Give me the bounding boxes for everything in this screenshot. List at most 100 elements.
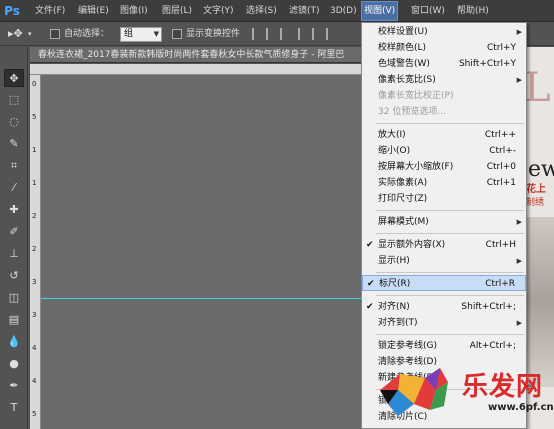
menu-item-zoom-out[interactable]: 缩小(O) Ctrl+- bbox=[362, 143, 526, 159]
chevron-down-icon: ▼ bbox=[153, 30, 159, 38]
submenu-arrow-icon: ▶ bbox=[516, 319, 522, 327]
document-canvas[interactable] bbox=[41, 75, 362, 429]
menu-item-rulers[interactable]: ✔ 标尺(R) Ctrl+R bbox=[362, 275, 526, 291]
menu-select[interactable]: 选择(S) bbox=[244, 0, 279, 22]
menu-item-gamut-warning[interactable]: 色域警告(W) Shift+Ctrl+Y bbox=[362, 56, 526, 72]
align-right-icon[interactable] bbox=[326, 28, 336, 40]
ruler-number: 4 bbox=[32, 344, 37, 352]
menu-separator bbox=[376, 210, 524, 211]
menu-separator bbox=[376, 123, 524, 124]
site-watermark: 乐发网 www.6pf.cn bbox=[370, 360, 554, 429]
checkmark-icon: ✔ bbox=[366, 240, 374, 250]
menu-separator bbox=[376, 295, 524, 296]
auto-select-value: 组 bbox=[124, 29, 134, 39]
menu-3d[interactable]: 3D(D) bbox=[328, 0, 359, 22]
image-red-text-2: 制绣 bbox=[526, 198, 545, 208]
lasso-tool-icon[interactable]: ◌ bbox=[4, 113, 24, 131]
menu-file[interactable]: 文件(F) bbox=[33, 0, 67, 22]
show-transform-label: 显示变换控件 bbox=[186, 29, 241, 39]
menu-item-snap-to[interactable]: 对齐到(T) ▶ bbox=[362, 315, 526, 331]
history-brush-tool-icon[interactable]: ↺ bbox=[4, 267, 24, 285]
menu-item-zoom-in[interactable]: 放大(I) Ctrl++ bbox=[362, 127, 526, 143]
ruler-number: 5 bbox=[32, 113, 37, 121]
menu-item-lock-guides[interactable]: 锁定参考线(G) Alt+Ctrl+; bbox=[362, 338, 526, 354]
watermark-url: www.6pf.cn bbox=[488, 402, 554, 413]
menu-item-screen-mode[interactable]: 屏幕模式(M) ▶ bbox=[362, 214, 526, 230]
menu-bar: Ps 文件(F) 编辑(E) 图像(I) 图层(L) 文字(Y) 选择(S) 滤… bbox=[0, 0, 554, 22]
submenu-arrow-icon: ▶ bbox=[516, 76, 522, 84]
watermark-text: 乐发网 bbox=[462, 372, 544, 402]
menu-item-pixel-aspect-correction: 像素长宽比校正(P) bbox=[378, 91, 454, 101]
move-tool-icon[interactable]: ✥ bbox=[4, 69, 24, 87]
menu-edit[interactable]: 编辑(E) bbox=[76, 0, 111, 22]
menu-type[interactable]: 文字(Y) bbox=[201, 0, 236, 22]
ruler-number: 5 bbox=[32, 410, 37, 418]
menu-layer[interactable]: 图层(L) bbox=[160, 0, 194, 22]
ruler-top[interactable] bbox=[30, 64, 362, 75]
ruler-number: 0 bbox=[32, 80, 37, 88]
healing-brush-tool-icon[interactable]: ✚ bbox=[4, 201, 24, 219]
menu-help[interactable]: 帮助(H) bbox=[455, 0, 491, 22]
photoshop-logo: Ps bbox=[2, 2, 22, 20]
image-red-text: 花上 bbox=[526, 184, 546, 195]
menu-item-proof-colors[interactable]: 校样颜色(L) Ctrl+Y bbox=[362, 40, 526, 56]
menu-item-proof-setup[interactable]: 校样设置(U) ▶ bbox=[362, 24, 526, 40]
menu-item-snap[interactable]: ✔ 对齐(N) Shift+Ctrl+; bbox=[362, 299, 526, 315]
menu-separator bbox=[376, 272, 524, 273]
auto-select-dropdown[interactable]: 组 ▼ bbox=[120, 27, 162, 42]
menu-filter[interactable]: 滤镜(T) bbox=[287, 0, 322, 22]
ruler-number: 1 bbox=[32, 179, 37, 187]
horizontal-guide[interactable] bbox=[41, 298, 362, 299]
document-tab[interactable]: 春秋连衣裙_2017春装新款韩版时尚两件套春秋女中长款气质修身子 - 阿里巴 bbox=[30, 47, 362, 63]
gradient-tool-icon[interactable]: ▤ bbox=[4, 311, 24, 329]
auto-select-label: 自动选择： bbox=[64, 29, 110, 39]
clone-stamp-tool-icon[interactable]: ⊥ bbox=[4, 245, 24, 263]
ruler-number: 2 bbox=[32, 212, 37, 220]
tools-panel: ✥ ⬚ ◌ ✎ ⌗ ⁄ ✚ ✐ ⊥ ↺ ◫ ▤ 💧 ● ✒ T bbox=[0, 47, 28, 429]
ruler-number: 1 bbox=[32, 146, 37, 154]
menu-separator bbox=[376, 233, 524, 234]
menu-image[interactable]: 图像(I) bbox=[118, 0, 150, 22]
image-letter: L bbox=[524, 65, 551, 111]
dodge-tool-icon[interactable]: ● bbox=[4, 355, 24, 373]
submenu-arrow-icon: ▶ bbox=[516, 257, 522, 265]
menu-item-extras[interactable]: ✔ 显示额外内容(X) Ctrl+H bbox=[362, 237, 526, 253]
type-tool-icon[interactable]: T bbox=[4, 399, 24, 417]
show-transform-checkbox[interactable] bbox=[172, 29, 182, 39]
auto-select-checkbox[interactable] bbox=[50, 29, 60, 39]
submenu-arrow-icon: ▶ bbox=[516, 218, 522, 226]
menu-item-fit-on-screen[interactable]: 按屏幕大小缩放(F) Ctrl+0 bbox=[362, 159, 526, 175]
brush-tool-icon[interactable]: ✐ bbox=[4, 223, 24, 241]
pen-tool-icon[interactable]: ✒ bbox=[4, 377, 24, 395]
align-center-icon[interactable] bbox=[312, 28, 322, 40]
menu-item-show[interactable]: 显示(H) ▶ bbox=[362, 253, 526, 269]
ruler-number: 3 bbox=[32, 278, 37, 286]
menu-separator bbox=[376, 334, 524, 335]
ruler-number: 4 bbox=[32, 377, 37, 385]
align-bottom-icon[interactable] bbox=[280, 28, 290, 40]
align-middle-icon[interactable] bbox=[266, 28, 276, 40]
eyedropper-tool-icon[interactable]: ⁄ bbox=[4, 179, 24, 197]
marquee-tool-icon[interactable]: ⬚ bbox=[4, 91, 24, 109]
blur-tool-icon[interactable]: 💧 bbox=[4, 333, 24, 351]
bull-logo-icon bbox=[380, 368, 448, 416]
checkmark-icon: ✔ bbox=[367, 279, 375, 289]
submenu-arrow-icon: ▶ bbox=[516, 28, 522, 36]
ruler-left[interactable]: 0 5 1 1 2 2 3 3 4 4 5 bbox=[30, 75, 41, 429]
menu-item-pixel-aspect-ratio[interactable]: 像素长宽比(S) ▶ bbox=[362, 72, 526, 88]
menu-window[interactable]: 窗口(W) bbox=[409, 0, 447, 22]
eraser-tool-icon[interactable]: ◫ bbox=[4, 289, 24, 307]
align-top-icon[interactable] bbox=[252, 28, 262, 40]
menu-view[interactable]: 视图(V) bbox=[361, 1, 399, 21]
menu-item-print-size[interactable]: 打印尺寸(Z) bbox=[362, 191, 526, 207]
quick-select-tool-icon[interactable]: ✎ bbox=[4, 135, 24, 153]
checkmark-icon: ✔ bbox=[366, 302, 374, 312]
chevron-down-icon[interactable]: ▾ bbox=[28, 22, 32, 46]
move-tool-icon[interactable]: ▸✥ bbox=[8, 22, 23, 46]
ruler-number: 2 bbox=[32, 245, 37, 253]
crop-tool-icon[interactable]: ⌗ bbox=[4, 157, 24, 175]
menu-item-32bit-preview: 32 位预览选项... bbox=[378, 107, 446, 117]
align-left-icon[interactable] bbox=[298, 28, 308, 40]
menu-item-actual-pixels[interactable]: 实际像素(A) Ctrl+1 bbox=[362, 175, 526, 191]
image-word: ew bbox=[528, 157, 554, 182]
